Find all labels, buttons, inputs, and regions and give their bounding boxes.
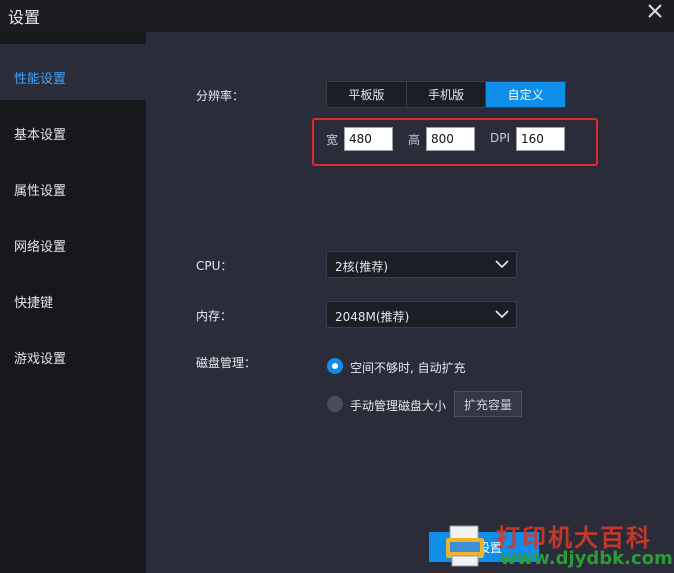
disk-manual-label[interactable]: 手动管理磁盘大小 [350,397,446,414]
cpu-value: 2核(推荐) [335,260,388,274]
resolution-phone-button[interactable]: 手机版 [407,82,487,107]
disk-auto-label[interactable]: 空间不够时, 自动扩充 [350,359,466,376]
resolution-label: 分辨率： [196,89,245,103]
chevron-down-icon [495,260,509,269]
close-icon[interactable] [640,0,672,26]
settings-panel: 分辨率： 平板版 手机版 自定义 宽 高 DPI CPU： 2核(推荐) 内存：… [146,32,674,573]
sidebar-item-performance[interactable]: 性能设置 [0,44,146,100]
sidebar-item-network[interactable]: 网络设置 [0,212,146,268]
sidebar-item-basic[interactable]: 基本设置 [0,100,146,156]
disk-label: 磁盘管理： [196,356,257,370]
watermark: 打印机大百科 www.djydbk.com [440,516,674,573]
cpu-select[interactable]: 2核(推荐) [326,251,517,278]
sidebar-item-shortcuts[interactable]: 快捷键 [0,268,146,324]
sidebar-item-game[interactable]: 游戏设置 [0,324,146,380]
width-input[interactable] [344,127,393,151]
memory-value: 2048M(推荐) [335,310,410,324]
height-input[interactable] [426,127,475,151]
printer-logo-icon [446,525,484,567]
width-label: 宽 [326,133,339,147]
cpu-label: CPU： [196,259,233,273]
dpi-label: DPI [490,131,511,145]
dpi-input[interactable] [516,127,565,151]
resolution-selector: 平板版 手机版 自定义 [326,81,566,108]
memory-label: 内存： [196,309,233,323]
disk-manual-radio[interactable] [327,396,343,412]
sidebar-item-properties[interactable]: 属性设置 [0,156,146,212]
sidebar: 性能设置 基本设置 属性设置 网络设置 快捷键 游戏设置 [0,32,146,573]
memory-select[interactable]: 2048M(推荐) [326,301,517,328]
watermark-url: www.djydbk.com [500,548,673,569]
expand-capacity-button[interactable]: 扩充容量 [454,391,522,417]
resolution-tablet-button[interactable]: 平板版 [327,82,407,107]
disk-auto-radio[interactable] [327,358,343,374]
title-bar: 设置 [0,0,674,32]
window-title: 设置 [8,8,41,27]
chevron-down-icon [495,310,509,319]
height-label: 高 [408,133,421,147]
resolution-custom-button[interactable]: 自定义 [486,82,566,107]
